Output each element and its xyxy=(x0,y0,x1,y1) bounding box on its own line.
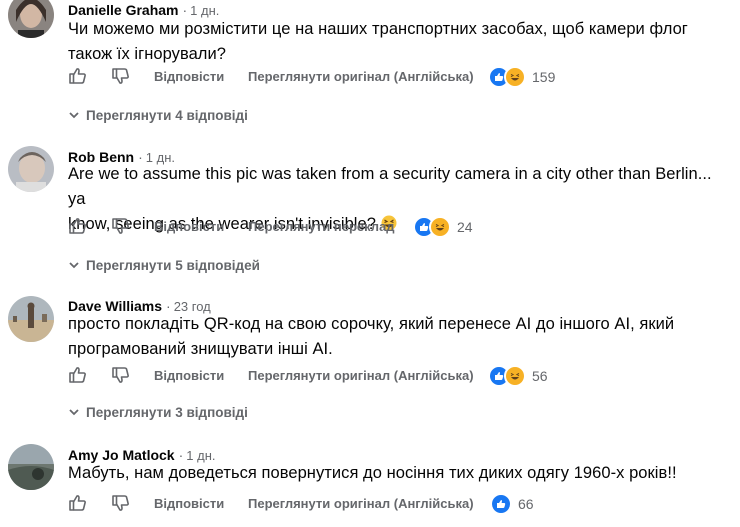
like-reaction-icon xyxy=(490,493,512,515)
see-original-button[interactable]: Переглянути оригінал (Англійська) xyxy=(248,69,474,84)
comment-time[interactable]: 1 дн. xyxy=(190,3,219,18)
avatar[interactable] xyxy=(8,296,54,342)
view-replies-button[interactable]: Переглянути 4 відповіді xyxy=(68,108,248,123)
reaction-summary[interactable]: 24 xyxy=(413,216,473,238)
chevron-down-icon xyxy=(69,262,79,269)
comment-text: Мабуть, нам доведеться повернутися до но… xyxy=(68,464,677,482)
haha-reaction-icon xyxy=(429,216,451,238)
haha-reaction-icon xyxy=(504,66,526,88)
see-translation-button[interactable]: Переглянути переклад xyxy=(248,219,395,234)
comment-actions: Відповісти Переглянути переклад 24 xyxy=(68,216,728,238)
reaction-summary[interactable]: 159 xyxy=(488,66,555,88)
reply-button[interactable]: Відповісти xyxy=(154,219,224,234)
dislike-icon[interactable] xyxy=(111,66,131,86)
avatar[interactable] xyxy=(8,146,54,192)
reply-button[interactable]: Відповісти xyxy=(154,368,224,383)
reaction-summary[interactable]: 56 xyxy=(488,365,548,387)
reply-button[interactable]: Відповісти xyxy=(154,496,224,511)
comment-actions: Відповісти Переглянути оригінал (Англійс… xyxy=(68,493,728,515)
haha-reaction-icon xyxy=(504,365,526,387)
reaction-summary[interactable]: 66 xyxy=(490,493,534,515)
comment-text: просто покладіть QR-код на свою сорочку,… xyxy=(68,315,675,358)
see-original-button[interactable]: Переглянути оригінал (Англійська) xyxy=(248,496,474,511)
dislike-icon[interactable] xyxy=(111,216,131,236)
like-icon[interactable] xyxy=(68,66,88,86)
like-icon[interactable] xyxy=(68,365,88,385)
comment-text: Чи можемо ми розмістити це на наших тран… xyxy=(68,20,688,63)
reply-button[interactable]: Відповісти xyxy=(154,69,224,84)
dislike-icon[interactable] xyxy=(111,365,131,385)
reaction-count: 159 xyxy=(532,69,556,85)
view-replies-button[interactable]: Переглянути 5 відповідей xyxy=(68,258,260,273)
avatar[interactable] xyxy=(8,0,54,38)
see-original-button[interactable]: Переглянути оригінал (Англійська) xyxy=(248,368,474,383)
dislike-icon[interactable] xyxy=(111,493,131,513)
comment-actions: Відповісти Переглянути оригінал (Англійс… xyxy=(68,66,728,88)
chevron-down-icon xyxy=(69,409,79,416)
like-icon[interactable] xyxy=(68,216,88,236)
comment-actions: Відповісти Переглянути оригінал (Англійс… xyxy=(68,365,728,387)
chevron-down-icon xyxy=(69,112,79,119)
reaction-count: 24 xyxy=(457,219,473,235)
view-replies-button[interactable]: Переглянути 3 відповіді xyxy=(68,405,248,420)
avatar[interactable] xyxy=(8,444,54,490)
comment-author[interactable]: Danielle Graham xyxy=(68,2,179,18)
like-icon[interactable] xyxy=(68,493,88,513)
reaction-count: 56 xyxy=(532,368,548,384)
reaction-count: 66 xyxy=(518,496,534,512)
